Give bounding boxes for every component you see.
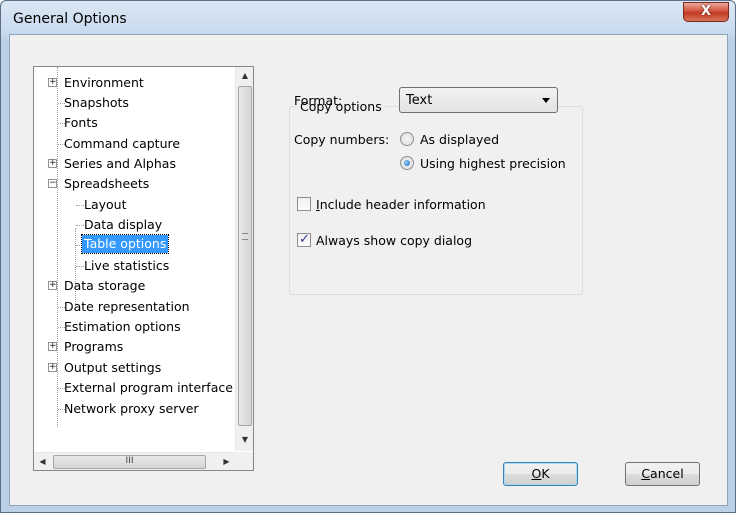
dialog-window: General Options X + Environment Snapshot… (0, 0, 736, 513)
always-show-copy-dialog-label[interactable]: Always show copy dialog (316, 233, 472, 248)
vertical-scroll-thumb[interactable] (238, 86, 252, 426)
scroll-right-icon[interactable]: ▶ (218, 454, 235, 470)
ok-text: K (541, 466, 550, 481)
expand-icon[interactable]: + (48, 281, 57, 290)
include-header-label[interactable]: Include header information (316, 197, 486, 212)
scroll-corner (235, 452, 253, 470)
expand-icon[interactable]: + (48, 159, 57, 168)
client-area: + Environment Snapshots Fonts Command ca… (9, 34, 728, 506)
options-tree[interactable]: + Environment Snapshots Fonts Command ca… (33, 66, 254, 471)
scroll-up-icon[interactable]: ▲ (237, 67, 253, 84)
close-icon: X (700, 4, 712, 19)
cancel-text: ancel (650, 466, 684, 481)
copy-numbers-label: Copy numbers: (294, 132, 390, 147)
ok-mnemonic: O (531, 466, 542, 481)
radio-highest-precision-label[interactable]: Using highest precision (420, 156, 566, 171)
format-label: Format: (294, 93, 343, 108)
expand-icon[interactable]: + (48, 78, 57, 87)
scroll-left-icon[interactable]: ◀ (34, 454, 51, 470)
include-header-checkbox[interactable] (297, 197, 311, 211)
horizontal-scroll-thumb[interactable]: III (53, 455, 206, 469)
radio-highest-precision[interactable] (400, 156, 414, 170)
include-header-text: nclude header information (319, 197, 486, 212)
window-title: General Options (13, 11, 127, 27)
collapse-icon[interactable]: − (48, 179, 57, 188)
cancel-mnemonic: C (641, 466, 651, 481)
ok-button[interactable]: OK (503, 462, 578, 486)
tree-connector-line (57, 67, 58, 427)
scroll-down-icon[interactable]: ▼ (237, 431, 253, 448)
radio-as-displayed-label[interactable]: As displayed (420, 132, 499, 147)
format-dropdown[interactable]: Text (399, 87, 558, 113)
grip-icon (242, 233, 248, 240)
tree-list: + Environment Snapshots Fonts Command ca… (34, 67, 236, 451)
expand-icon[interactable]: + (48, 342, 57, 351)
horizontal-scrollbar[interactable]: ◀ III ▶ (34, 452, 236, 470)
vertical-scrollbar[interactable]: ▲ ▼ (235, 67, 253, 451)
title-bar[interactable]: General Options X (1, 1, 735, 35)
chevron-down-icon (542, 98, 550, 103)
format-dropdown-value: Text (406, 93, 433, 108)
cancel-button[interactable]: Cancel (625, 462, 700, 486)
close-button[interactable]: X (683, 2, 729, 22)
always-show-copy-dialog-checkbox[interactable] (297, 232, 311, 247)
radio-as-displayed[interactable] (400, 132, 414, 146)
expand-icon[interactable]: + (48, 363, 57, 372)
